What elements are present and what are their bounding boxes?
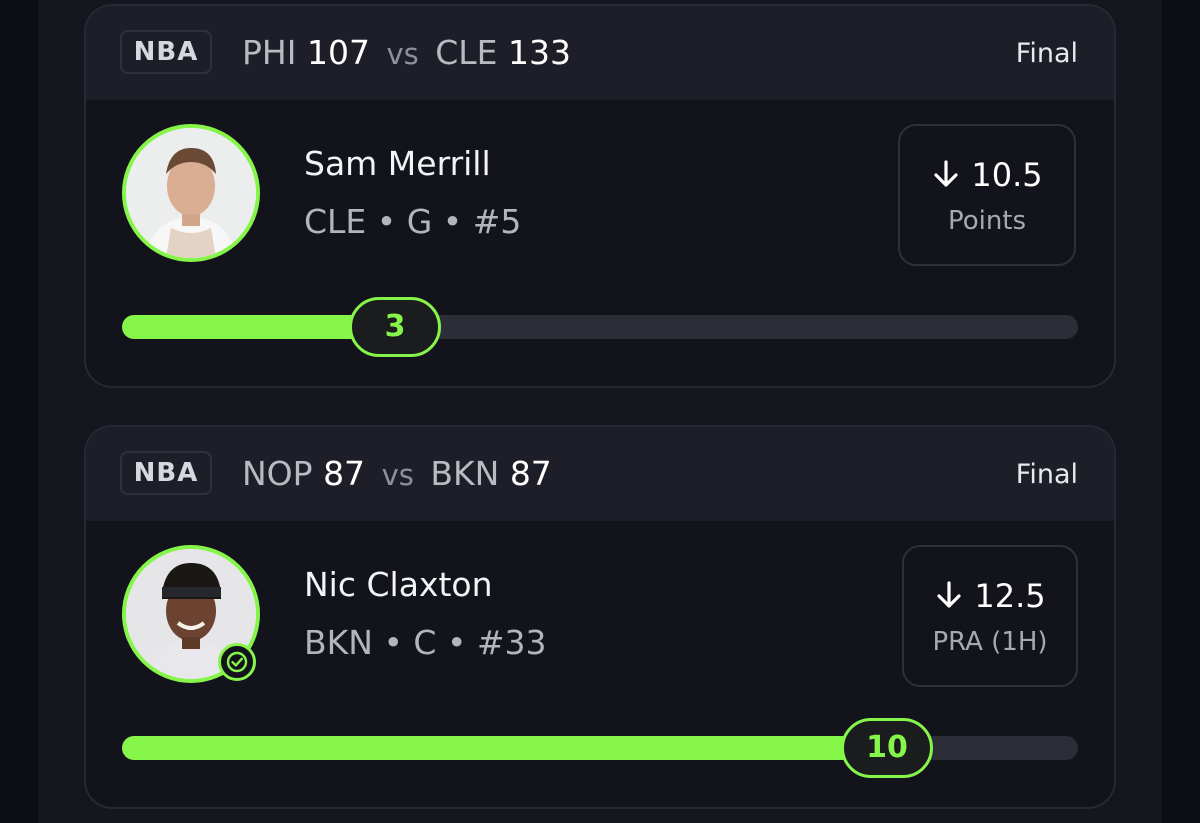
prop-line: 10.5 bbox=[900, 156, 1074, 194]
progress-track: 10 bbox=[122, 718, 1078, 778]
card-header: NBA PHI 107 vs CLE 133 Final bbox=[86, 6, 1114, 100]
away-score: 107 bbox=[306, 33, 370, 72]
away-team: NOP bbox=[242, 454, 313, 493]
pick-card[interactable]: NBA PHI 107 vs CLE 133 Final Sam Merrill… bbox=[84, 4, 1116, 388]
player-headshot-icon bbox=[126, 128, 256, 258]
league-badge: NBA bbox=[120, 30, 212, 74]
line-value: 10.5 bbox=[971, 156, 1043, 194]
line-stat: PRA (1H) bbox=[932, 627, 1048, 657]
player-avatar bbox=[122, 124, 260, 262]
player-meta: CLE • G • #5 bbox=[304, 202, 522, 241]
card-header: NBA NOP 87 vs BKN 87 Final bbox=[86, 427, 1114, 521]
arrow-down-icon bbox=[931, 159, 961, 189]
home-team: BKN bbox=[430, 454, 500, 493]
game-matchup: NOP 87 vs BKN 87 bbox=[242, 451, 552, 497]
prop-line-box[interactable]: 12.5 PRA (1H) bbox=[902, 545, 1078, 687]
player-name: Sam Merrill bbox=[304, 144, 491, 183]
pick-card[interactable]: NBA NOP 87 vs BKN 87 Final Nic Claxton B… bbox=[84, 425, 1116, 809]
player-name: Nic Claxton bbox=[304, 565, 493, 604]
progress-fill bbox=[122, 736, 887, 760]
line-value: 12.5 bbox=[974, 577, 1046, 615]
home-score: 87 bbox=[509, 454, 552, 493]
line-stat: Points bbox=[947, 206, 1027, 236]
progress-value: 10 bbox=[841, 718, 933, 778]
game-matchup: PHI 107 vs CLE 133 bbox=[242, 30, 571, 76]
progress-track: 3 bbox=[122, 297, 1078, 357]
away-score: 87 bbox=[323, 454, 366, 493]
vs-label: vs bbox=[381, 458, 414, 492]
home-score: 133 bbox=[508, 33, 572, 72]
league-badge: NBA bbox=[120, 451, 212, 495]
check-icon bbox=[218, 643, 256, 681]
player-meta: BKN • C • #33 bbox=[304, 623, 547, 662]
progress-value: 3 bbox=[349, 297, 441, 357]
arrow-down-icon bbox=[934, 580, 964, 610]
away-team: PHI bbox=[242, 33, 297, 72]
game-status: Final bbox=[1015, 38, 1078, 69]
home-team: CLE bbox=[435, 33, 498, 72]
prop-line-box[interactable]: 10.5 Points bbox=[898, 124, 1076, 266]
prop-line: 12.5 bbox=[904, 577, 1076, 615]
game-status: Final bbox=[1015, 459, 1078, 490]
vs-label: vs bbox=[386, 37, 419, 71]
page: NBA PHI 107 vs CLE 133 Final Sam Merrill… bbox=[0, 0, 1200, 823]
